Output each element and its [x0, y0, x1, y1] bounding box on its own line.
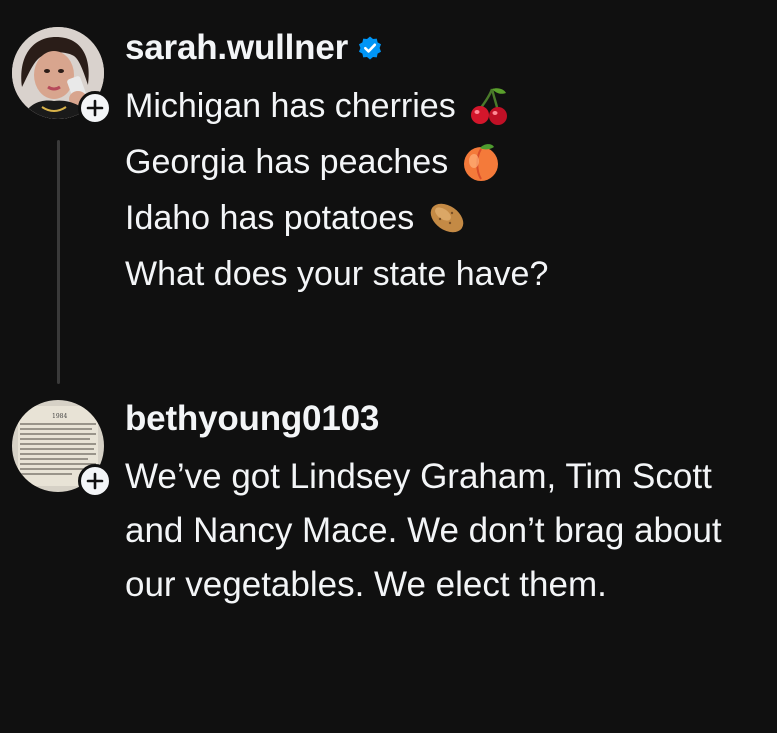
post-header: bethyoung0103 [125, 398, 379, 440]
plus-icon [86, 99, 104, 117]
cherries-emoji [468, 85, 510, 127]
post-line: Georgia has peaches [125, 134, 765, 190]
post-line-text: Michigan has cherries [125, 87, 456, 125]
avatar-wrapper [12, 27, 112, 125]
post-line-text: Georgia has peaches [125, 143, 449, 181]
verified-badge-icon [357, 35, 383, 61]
username-link[interactable]: sarah.wullner [125, 27, 348, 69]
post-body: Michigan has cherries Georgia has peache… [125, 78, 765, 302]
follow-button[interactable] [78, 91, 112, 125]
post-line-text: Idaho has potatoes [125, 199, 415, 237]
post-header: sarah.wullner [125, 27, 383, 69]
post-line: Idaho has potatoes [125, 190, 765, 246]
post-line: Michigan has cherries [125, 78, 765, 134]
post-sarah-wullner: sarah.wullner Michigan has cherries Geor… [0, 0, 777, 390]
avatar-wrapper: 1984 [12, 400, 112, 498]
post-line: What does your state have? [125, 246, 765, 302]
potato-emoji [426, 197, 468, 239]
follow-button[interactable] [78, 464, 112, 498]
post-line-text: What does your state have? [125, 255, 549, 293]
username-link[interactable]: bethyoung0103 [125, 398, 379, 440]
peach-emoji [460, 141, 502, 183]
avatar-book-title: 1984 [52, 413, 67, 420]
post-body: We’ve got Lindsey Graham, Tim Scott and … [125, 457, 722, 604]
thread-connector-line [57, 140, 60, 384]
plus-icon [86, 472, 104, 490]
